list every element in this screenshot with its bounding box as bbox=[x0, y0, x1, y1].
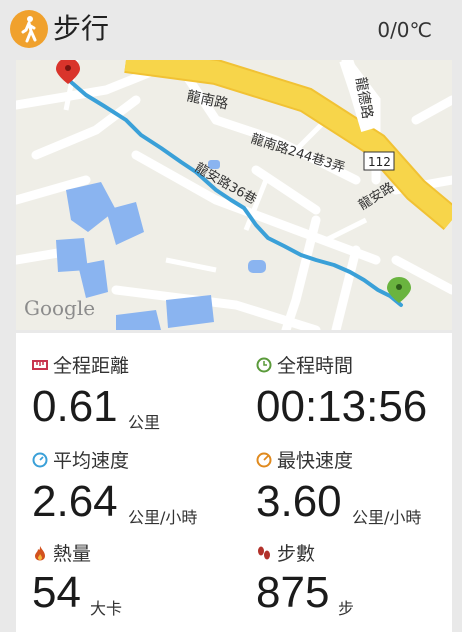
distance-label-row: 全程距離 bbox=[32, 351, 129, 378]
calories-label: 熱量 bbox=[53, 543, 92, 565]
footprints-icon bbox=[256, 545, 272, 561]
max-speed-label: 最快速度 bbox=[277, 450, 354, 472]
road-shield-112: 112 bbox=[368, 155, 391, 169]
duration-label: 全程時間 bbox=[277, 355, 354, 377]
avg-speed-label-row: 平均速度 bbox=[32, 446, 129, 473]
max-speed-unit: 公里/小時 bbox=[352, 508, 422, 527]
ruler-icon bbox=[32, 357, 48, 373]
clock-icon bbox=[256, 357, 272, 373]
map-canvas: 龍南路 龍德路 112 龍南路244巷3弄 龍安路36巷 龍安路 Google bbox=[16, 60, 452, 330]
max-speed-icon bbox=[256, 452, 272, 468]
distance-label: 全程距離 bbox=[53, 355, 130, 377]
route-map[interactable]: 龍南路 龍德路 112 龍南路244巷3弄 龍安路36巷 龍安路 Google bbox=[16, 60, 452, 330]
max-speed-value: 3.60 bbox=[256, 477, 342, 526]
steps-label-row: 步數 bbox=[256, 539, 315, 566]
flame-icon bbox=[32, 545, 48, 561]
duration-label-row: 全程時間 bbox=[256, 351, 353, 378]
calories-unit: 大卡 bbox=[90, 599, 123, 618]
calories-label-row: 熱量 bbox=[32, 539, 91, 566]
steps-unit: 步 bbox=[338, 599, 355, 618]
steps-value: 875 bbox=[256, 568, 330, 617]
app-header: 步行 0/0℃ bbox=[0, 0, 462, 56]
avg-speed-unit: 公里/小時 bbox=[128, 508, 198, 527]
walking-icon[interactable] bbox=[10, 10, 48, 48]
calories-value: 54 bbox=[32, 568, 81, 617]
stats-panel: 全程距離 0.61 公里 全程時間 00:13:56 平均速度 2.64 公里/… bbox=[16, 333, 452, 632]
duration-value: 00:13:56 bbox=[256, 382, 428, 431]
avg-speed-value: 2.64 bbox=[32, 477, 118, 526]
page-title: 步行 bbox=[53, 12, 110, 45]
temperature-readout: 0/0℃ bbox=[377, 18, 432, 42]
map-attribution: Google bbox=[24, 296, 95, 320]
distance-value: 0.61 bbox=[32, 382, 118, 431]
max-speed-label-row: 最快速度 bbox=[256, 446, 353, 473]
speedometer-icon bbox=[32, 452, 48, 468]
avg-speed-label: 平均速度 bbox=[53, 450, 130, 472]
distance-unit: 公里 bbox=[128, 413, 161, 432]
steps-label: 步數 bbox=[277, 543, 316, 565]
